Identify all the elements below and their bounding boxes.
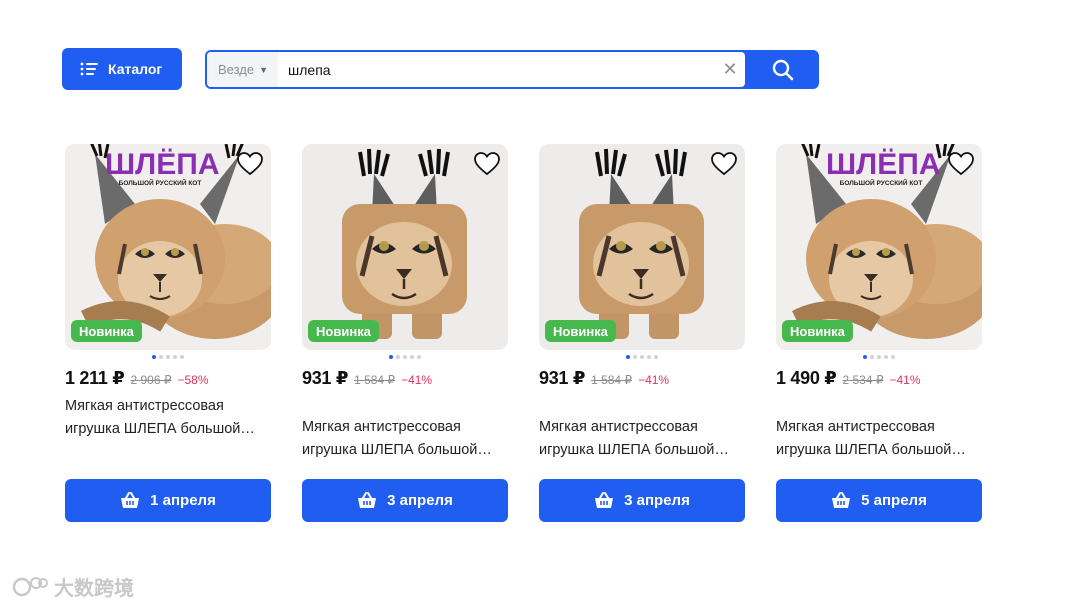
price-row: 931 ₽ 1 584 ₽ −41%	[302, 368, 508, 389]
product-card[interactable]: Новинка 931 ₽ 1 584 ₽ −41% Мягкая антист…	[302, 144, 508, 522]
photo-caption: ШЛЁПА БОЛЬШОЙ РУССКИЙ КОТ	[105, 148, 220, 188]
add-to-cart-button[interactable]: 5 апреля	[776, 479, 982, 522]
delivery-date: 5 апреля	[861, 492, 927, 509]
basket-icon	[595, 491, 614, 508]
pagination-dot[interactable]	[633, 355, 637, 359]
pagination-dot[interactable]	[166, 355, 170, 359]
old-price: 2 534 ₽	[842, 373, 884, 387]
photo-caption-subtitle: БОЛЬШОЙ РУССКИЙ КОТ	[839, 180, 923, 187]
product-title[interactable]: Мягкая антистрессовая игрушка ШЛЕПА боль…	[539, 416, 745, 462]
search-input[interactable]	[278, 61, 715, 78]
pagination-dot[interactable]	[877, 355, 881, 359]
price-row: 931 ₽ 1 584 ₽ −41%	[539, 368, 745, 389]
add-to-cart-button[interactable]: 3 апреля	[302, 479, 508, 522]
pagination-dot[interactable]	[389, 355, 393, 359]
product-image[interactable]: ШЛЁПА БОЛЬШОЙ РУССКИЙ КОТ Новинка	[65, 144, 271, 350]
close-icon[interactable]: ✕	[715, 59, 745, 80]
search-scope-label: Везде	[218, 62, 255, 77]
pagination-dot[interactable]	[410, 355, 414, 359]
price-row: 1 490 ₽ 2 534 ₽ −41%	[776, 368, 982, 389]
product-card[interactable]: ШЛЁПА БОЛЬШОЙ РУССКИЙ КОТ Новинка 1 211 …	[65, 144, 271, 522]
heart-icon[interactable]	[237, 152, 263, 176]
new-badge: Новинка	[308, 320, 379, 342]
pagination-dot[interactable]	[640, 355, 644, 359]
discount: −41%	[401, 373, 433, 387]
photo-caption-subtitle: БОЛЬШОЙ РУССКИЙ КОТ	[118, 180, 202, 187]
discount: −58%	[177, 373, 209, 387]
list-icon	[80, 62, 98, 76]
search-icon	[772, 59, 794, 80]
old-price: 2 906 ₽	[130, 373, 172, 387]
product-card[interactable]: Новинка 931 ₽ 1 584 ₽ −41% Мягкая антист…	[539, 144, 745, 522]
image-pagination[interactable]	[539, 355, 745, 360]
basket-icon	[832, 491, 851, 508]
image-pagination[interactable]	[302, 355, 508, 360]
old-price: 1 584 ₽	[354, 373, 396, 387]
pagination-dot[interactable]	[891, 355, 895, 359]
new-badge: Новинка	[71, 320, 142, 342]
image-pagination[interactable]	[65, 355, 271, 360]
product-image[interactable]: Новинка	[539, 144, 745, 350]
product-image[interactable]: ШЛЁПА БОЛЬШОЙ РУССКИЙ КОТ Новинка	[776, 144, 982, 350]
heart-icon[interactable]	[948, 152, 974, 176]
discount: −41%	[638, 373, 670, 387]
heart-icon[interactable]	[711, 152, 737, 176]
add-to-cart-button[interactable]: 1 апреля	[65, 479, 271, 522]
watermark-text: 大数跨境	[54, 578, 134, 600]
search-bar: Везде ▼ ✕	[205, 50, 819, 89]
price: 931 ₽	[302, 368, 349, 388]
photo-caption-title: ШЛЁПА	[105, 148, 220, 181]
add-to-cart-button[interactable]: 3 апреля	[539, 479, 745, 522]
photo-caption-title: ШЛЁПА	[826, 148, 941, 181]
chevron-down-icon: ▼	[259, 64, 269, 75]
product-title[interactable]: Мягкая антистрессовая игрушка ШЛЕПА боль…	[302, 416, 508, 462]
price: 931 ₽	[539, 368, 586, 388]
pagination-dot[interactable]	[863, 355, 867, 359]
delivery-date: 3 апреля	[624, 492, 690, 509]
product-title[interactable]: Мягкая антистрессовая игрушка ШЛЕПА боль…	[65, 395, 271, 441]
pagination-dot[interactable]	[870, 355, 874, 359]
pagination-dot[interactable]	[654, 355, 658, 359]
pagination-dot[interactable]	[417, 355, 421, 359]
product-image[interactable]: Новинка	[302, 144, 508, 350]
delivery-date: 1 апреля	[150, 492, 216, 509]
watermark: 大数跨境	[12, 572, 134, 601]
product-card[interactable]: ШЛЁПА БОЛЬШОЙ РУССКИЙ КОТ Новинка 1 490 …	[776, 144, 982, 522]
pagination-dot[interactable]	[884, 355, 888, 359]
price-row: 1 211 ₽ 2 906 ₽ −58%	[65, 368, 271, 389]
search-field: Везде ▼ ✕	[207, 52, 745, 87]
heart-icon[interactable]	[474, 152, 500, 176]
new-badge: Новинка	[782, 320, 853, 342]
pagination-dot[interactable]	[396, 355, 400, 359]
pagination-dot[interactable]	[159, 355, 163, 359]
product-title[interactable]: Мягкая антистрессовая игрушка ШЛЕПА боль…	[776, 416, 982, 462]
pagination-dot[interactable]	[173, 355, 177, 359]
pagination-dot[interactable]	[647, 355, 651, 359]
new-badge: Новинка	[545, 320, 616, 342]
old-price: 1 584 ₽	[591, 373, 633, 387]
pagination-dot[interactable]	[626, 355, 630, 359]
discount: −41%	[889, 373, 921, 387]
search-scope-select[interactable]: Везде ▼	[207, 52, 279, 87]
price: 1 211 ₽	[65, 368, 125, 388]
catalog-button[interactable]: Каталог	[62, 48, 182, 90]
pagination-dot[interactable]	[152, 355, 156, 359]
price: 1 490 ₽	[776, 368, 837, 388]
image-pagination[interactable]	[776, 355, 982, 360]
basket-icon	[358, 491, 377, 508]
search-button[interactable]	[747, 50, 819, 89]
photo-caption: ШЛЁПА БОЛЬШОЙ РУССКИЙ КОТ	[826, 148, 941, 188]
watermark-logo-icon	[12, 576, 48, 596]
delivery-date: 3 апреля	[387, 492, 453, 509]
catalog-label: Каталог	[108, 61, 163, 77]
pagination-dot[interactable]	[180, 355, 184, 359]
basket-icon	[121, 491, 140, 508]
pagination-dot[interactable]	[403, 355, 407, 359]
